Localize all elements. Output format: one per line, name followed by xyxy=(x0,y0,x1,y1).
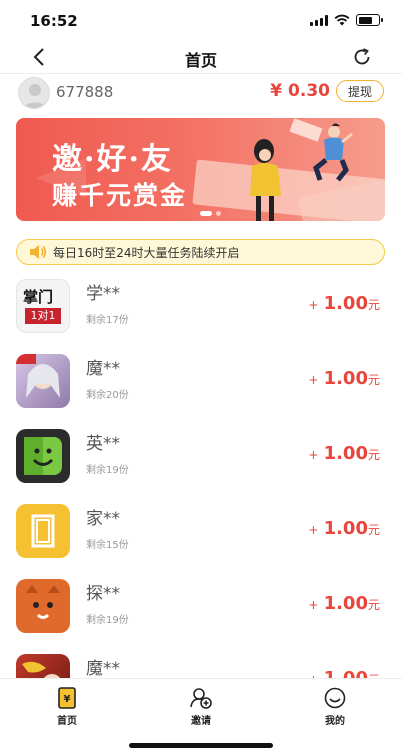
banner-pager xyxy=(200,211,221,216)
task-reward: + 1.00元 xyxy=(308,518,380,539)
notice-bar: 每日16时至24时大量任务陆续开启 xyxy=(16,239,385,265)
status-icons xyxy=(310,14,383,26)
battery-icon xyxy=(356,14,383,26)
banner-dot xyxy=(216,211,221,216)
tab-bar: ¥ 首页 邀请 我的 xyxy=(0,678,402,756)
profile-smile-icon xyxy=(324,687,346,709)
signal-icon xyxy=(310,14,328,26)
tab-label: 我的 xyxy=(325,716,345,727)
wifi-icon xyxy=(334,14,350,26)
tab-invite[interactable]: 邀请 xyxy=(171,687,231,727)
task-item[interactable]: 魔** + 1.00元 xyxy=(0,648,402,678)
reward-plus: + xyxy=(308,448,319,462)
app-icon-game xyxy=(16,354,70,408)
tab-mine[interactable]: 我的 xyxy=(305,687,365,727)
app-icon-explore xyxy=(16,579,70,633)
withdraw-button[interactable]: 提现 xyxy=(336,80,384,102)
task-reward: + 1.00元 xyxy=(308,368,380,389)
refresh-icon[interactable] xyxy=(350,45,374,69)
task-name: 魔** xyxy=(86,659,120,678)
app-icon-home xyxy=(16,504,70,558)
task-remaining: 剩余19份 xyxy=(86,465,129,476)
app-icon-tutor: 掌门 1对1 xyxy=(16,279,70,333)
svg-text:¥: ¥ xyxy=(64,694,71,705)
task-reward: + 1.00元 xyxy=(308,293,380,314)
task-name: 魔** xyxy=(86,359,120,379)
reward-unit: 元 xyxy=(367,598,380,612)
reward-unit: 元 xyxy=(367,523,380,537)
notice-text: 每日16时至24时大量任务陆续开启 xyxy=(53,245,240,260)
tab-label: 邀请 xyxy=(191,716,211,727)
reward-plus: + xyxy=(308,523,319,537)
task-name: 学** xyxy=(86,284,120,304)
reward-plus: + xyxy=(308,373,319,387)
home-indicator xyxy=(129,743,273,748)
app-icon-game xyxy=(16,654,70,678)
task-remaining: 剩余20份 xyxy=(86,390,129,401)
status-time: 16:52 xyxy=(30,12,78,30)
invite-user-icon xyxy=(190,687,212,709)
tab-home[interactable]: ¥ 首页 xyxy=(37,687,97,727)
reward-amount: 1.00 xyxy=(323,443,368,464)
invite-banner[interactable]: 邀·好·友 赚千元赏金 xyxy=(16,118,385,221)
banner-dot-active xyxy=(200,211,212,216)
app-icon-text: 1对1 xyxy=(25,308,61,324)
reward-unit: 元 xyxy=(367,298,380,312)
task-remaining: 剩余17份 xyxy=(86,315,129,326)
user-id: 677888 xyxy=(56,83,114,101)
task-reward: + 1.00元 xyxy=(308,593,380,614)
speaker-icon xyxy=(30,245,47,259)
app-icon-text: 掌门 xyxy=(23,288,54,306)
reward-plus: + xyxy=(308,298,319,312)
task-item[interactable]: 英** 剩余19份 + 1.00元 xyxy=(0,423,402,498)
status-bar: 16:52 xyxy=(0,0,402,40)
reward-amount: 1.00 xyxy=(323,293,368,314)
task-item[interactable]: 探** 剩余19份 + 1.00元 xyxy=(0,573,402,648)
reward-amount: 1.00 xyxy=(323,518,368,539)
task-item[interactable]: 魔** 剩余20份 + 1.00元 xyxy=(0,348,402,423)
task-list: 掌门 1对1 学** 剩余17份 + 1.00元 魔** 剩余20份 + 1.0… xyxy=(0,273,402,678)
nav-bar: 首页 xyxy=(0,40,402,74)
banner-headline: 邀·好·友 xyxy=(52,142,173,177)
task-name: 探** xyxy=(86,584,120,604)
reward-unit: 元 xyxy=(367,373,380,387)
avatar[interactable] xyxy=(18,77,50,109)
task-item[interactable]: 掌门 1对1 学** 剩余17份 + 1.00元 xyxy=(0,273,402,348)
banner-subheadline: 赚千元赏金 xyxy=(52,181,188,210)
task-remaining: 剩余19份 xyxy=(86,615,129,626)
reward-unit: 元 xyxy=(367,448,380,462)
page-title: 首页 xyxy=(184,51,217,70)
reward-amount: 1.00 xyxy=(323,368,368,389)
task-name: 家** xyxy=(86,509,120,529)
task-item[interactable]: 家** 剩余15份 + 1.00元 xyxy=(0,498,402,573)
app-icon-english xyxy=(16,429,70,483)
balance-amount: ¥ 0.30 xyxy=(270,81,330,101)
reward-plus: + xyxy=(308,598,319,612)
task-reward: + 1.00元 xyxy=(308,443,380,464)
task-name: 英** xyxy=(86,434,120,454)
tab-label: 首页 xyxy=(57,716,77,727)
user-row: 677888 ¥ 0.30 提现 xyxy=(0,75,402,109)
task-remaining: 剩余15份 xyxy=(86,540,129,551)
reward-amount: 1.00 xyxy=(324,668,368,678)
home-wallet-icon: ¥ xyxy=(56,687,78,709)
reward-amount: 1.00 xyxy=(323,593,368,614)
task-reward: + 1.00元 xyxy=(308,668,380,678)
